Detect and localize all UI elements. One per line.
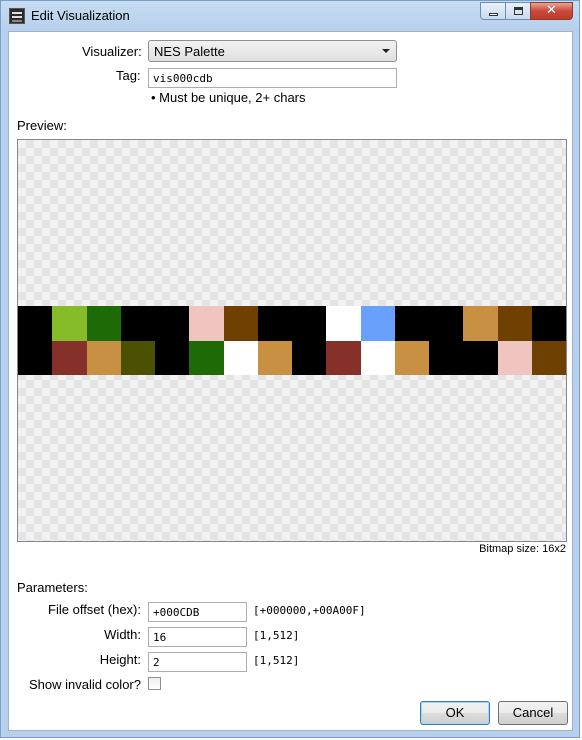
bitmap-pixel: [394, 306, 429, 341]
bitmap-pixel: [429, 306, 464, 341]
height-label: Height:: [99, 652, 141, 667]
bitmap-pixel: [292, 306, 327, 341]
bitmap-pixel: [86, 340, 121, 375]
bitmap-pixel: [189, 340, 224, 375]
app-icon: [9, 8, 25, 24]
bitmap-pixel: [360, 340, 395, 375]
bitmap-pixel: [155, 306, 190, 341]
bitmap-pixel: [120, 340, 155, 375]
file-offset-range: [+000000,+00A00F]: [253, 604, 366, 617]
dialog-window: Edit Visualization ✕ Visualizer: NES Pal…: [0, 0, 580, 738]
bitmap-pixel: [223, 340, 258, 375]
minimize-icon: [489, 13, 498, 16]
bitmap-pixel: [189, 306, 224, 341]
bitmap-pixel: [257, 306, 292, 341]
tag-hint: • Must be unique, 2+ chars: [151, 90, 306, 105]
visualizer-select[interactable]: NES Palette: [148, 40, 397, 62]
bitmap-pixel: [223, 306, 258, 341]
pixel-bitmap: [18, 306, 566, 375]
maximize-button[interactable]: [505, 2, 531, 20]
bitmap-pixel: [531, 340, 566, 375]
bitmap-pixel: [531, 306, 566, 341]
bitmap-pixel: [360, 306, 395, 341]
bitmap-pixel: [18, 306, 53, 341]
maximize-icon: [514, 7, 523, 15]
bitmap-pixel: [326, 306, 361, 341]
bitmap-size-label: Bitmap size: 16x2: [479, 543, 566, 555]
show-invalid-label: Show invalid color?: [28, 677, 141, 692]
chevron-down-icon: [382, 49, 390, 53]
width-input[interactable]: 16: [148, 627, 247, 647]
bitmap-pixel: [463, 340, 498, 375]
window-controls: ✕: [480, 2, 573, 20]
height-input[interactable]: 2: [148, 652, 247, 672]
window-title: Edit Visualization: [31, 8, 130, 23]
bitmap-pixel: [86, 306, 121, 341]
bitmap-pixel: [52, 340, 87, 375]
width-label: Width:: [104, 627, 141, 642]
visualizer-value: NES Palette: [154, 44, 225, 59]
file-offset-label: File offset (hex):: [48, 602, 141, 617]
width-range: [1,512]: [253, 629, 300, 642]
ok-button[interactable]: OK: [420, 701, 490, 725]
height-range: [1,512]: [253, 654, 300, 667]
bitmap-pixel: [326, 340, 361, 375]
bitmap-pixel: [18, 340, 53, 375]
bitmap-pixel: [429, 340, 464, 375]
title-bar[interactable]: Edit Visualization ✕: [1, 1, 579, 31]
tag-input[interactable]: vis000cdb: [148, 68, 397, 88]
bitmap-pixel: [292, 340, 327, 375]
preview-canvas: [17, 139, 567, 542]
bitmap-pixel: [155, 340, 190, 375]
close-icon: ✕: [546, 3, 557, 18]
tag-label: Tag:: [116, 68, 141, 83]
show-invalid-checkbox[interactable]: [148, 677, 161, 690]
preview-label: Preview:: [17, 118, 67, 133]
bitmap-pixel: [120, 306, 155, 341]
parameters-header: Parameters:: [17, 580, 88, 595]
bitmap-pixel: [394, 340, 429, 375]
bitmap-pixel: [52, 306, 87, 341]
bitmap-pixel: [463, 306, 498, 341]
bitmap-pixel: [497, 306, 532, 341]
bitmap-pixel: [257, 340, 292, 375]
cancel-button[interactable]: Cancel: [498, 701, 568, 725]
visualizer-label: Visualizer:: [82, 44, 142, 59]
file-offset-input[interactable]: +000CDB: [148, 602, 247, 622]
dialog-body: Visualizer: NES Palette Tag: vis000cdb •…: [8, 31, 573, 731]
minimize-button[interactable]: [480, 2, 506, 20]
bitmap-pixel: [497, 340, 532, 375]
close-button[interactable]: ✕: [530, 2, 573, 20]
